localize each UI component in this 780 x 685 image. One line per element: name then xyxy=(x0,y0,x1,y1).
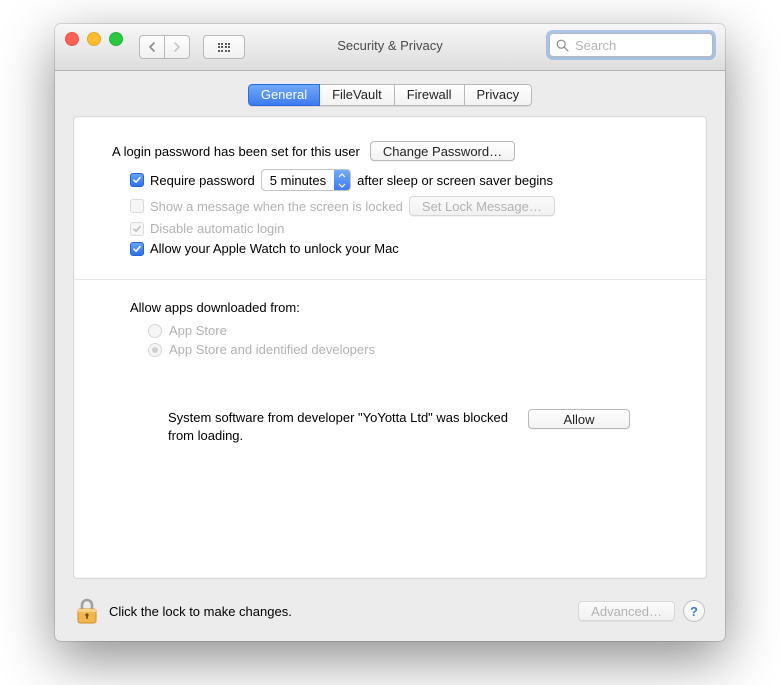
chevron-right-icon xyxy=(173,42,181,52)
gatekeeper-appstore-radio xyxy=(148,324,162,338)
lock-hint-label: Click the lock to make changes. xyxy=(109,604,292,619)
tab-bar: General FileVault Firewall Privacy xyxy=(55,84,725,106)
footer: Click the lock to make changes. Advanced… xyxy=(75,595,705,627)
disable-auto-login-checkbox xyxy=(130,222,144,236)
search-icon xyxy=(556,39,569,52)
set-lock-message-button: Set Lock Message… xyxy=(409,196,555,216)
allow-blocked-button[interactable]: Allow xyxy=(528,409,630,429)
advanced-button: Advanced… xyxy=(578,601,675,621)
grid-icon xyxy=(218,43,231,52)
tab-firewall[interactable]: Firewall xyxy=(395,84,465,106)
tab-filevault[interactable]: FileVault xyxy=(320,84,395,106)
forward-button[interactable] xyxy=(164,35,190,59)
show-all-button[interactable] xyxy=(203,35,245,59)
help-button[interactable]: ? xyxy=(683,600,705,622)
nav-buttons xyxy=(139,35,190,59)
back-button[interactable] xyxy=(139,35,164,59)
lock-button[interactable] xyxy=(75,597,99,625)
login-password-set-label: A login password has been set for this u… xyxy=(112,144,360,159)
require-password-checkbox[interactable] xyxy=(130,173,144,187)
check-icon xyxy=(132,244,142,254)
minimize-window-button[interactable] xyxy=(87,32,101,46)
disable-auto-login-label: Disable automatic login xyxy=(150,221,284,236)
require-password-delay-value: 5 minutes xyxy=(262,173,334,188)
login-section: A login password has been set for this u… xyxy=(74,117,706,279)
gatekeeper-appstore-label: App Store xyxy=(169,323,227,338)
apple-watch-unlock-checkbox[interactable] xyxy=(130,242,144,256)
security-privacy-window: Security & Privacy General FileVault Fir… xyxy=(55,24,725,641)
check-icon xyxy=(132,224,142,234)
window-controls xyxy=(65,32,123,46)
show-message-label: Show a message when the screen is locked xyxy=(150,199,403,214)
require-password-label-pre: Require password xyxy=(150,173,255,188)
tab-privacy[interactable]: Privacy xyxy=(465,84,533,106)
allow-apps-label: Allow apps downloaded from: xyxy=(130,300,668,315)
tab-general[interactable]: General xyxy=(248,84,320,106)
general-panel: A login password has been set for this u… xyxy=(73,116,707,579)
apple-watch-unlock-label: Allow your Apple Watch to unlock your Ma… xyxy=(150,241,399,256)
chevron-left-icon xyxy=(148,42,156,52)
gatekeeper-identified-radio xyxy=(148,343,162,357)
gatekeeper-section: Allow apps downloaded from: App Store Ap… xyxy=(74,280,706,459)
require-password-delay-select[interactable]: 5 minutes xyxy=(261,169,351,191)
titlebar: Security & Privacy xyxy=(55,24,725,71)
show-message-checkbox xyxy=(130,199,144,213)
zoom-window-button[interactable] xyxy=(109,32,123,46)
close-window-button[interactable] xyxy=(65,32,79,46)
require-password-label-post: after sleep or screen saver begins xyxy=(357,173,553,188)
search-input[interactable] xyxy=(573,37,725,54)
search-field[interactable] xyxy=(549,33,713,57)
stepper-icon xyxy=(334,170,350,190)
change-password-button[interactable]: Change Password… xyxy=(370,141,515,161)
blocked-software-text: System software from developer "YoYotta … xyxy=(168,409,528,445)
check-icon xyxy=(132,175,142,185)
gatekeeper-identified-label: App Store and identified developers xyxy=(169,342,375,357)
content-area: General FileVault Firewall Privacy A log… xyxy=(55,70,725,641)
lock-icon xyxy=(75,597,99,625)
